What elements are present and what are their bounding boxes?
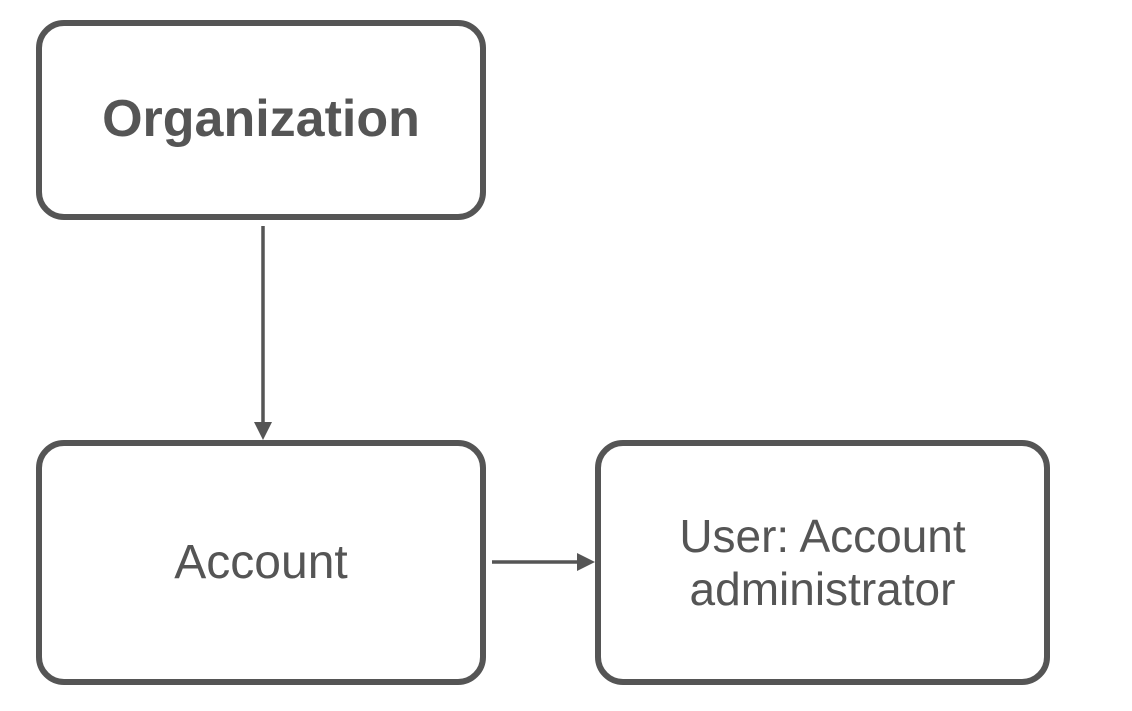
- node-user: User: Account administrator: [595, 440, 1050, 685]
- node-organization-label: Organization: [102, 90, 420, 150]
- node-organization: Organization: [36, 20, 486, 220]
- node-account: Account: [36, 440, 486, 685]
- edge-organization-to-account: [254, 226, 272, 440]
- node-account-label: Account: [174, 535, 347, 590]
- edge-account-to-user: [492, 553, 595, 571]
- diagram-canvas: Organization Account User: Account admin…: [0, 0, 1132, 711]
- node-user-label: User: Account administrator: [679, 510, 965, 616]
